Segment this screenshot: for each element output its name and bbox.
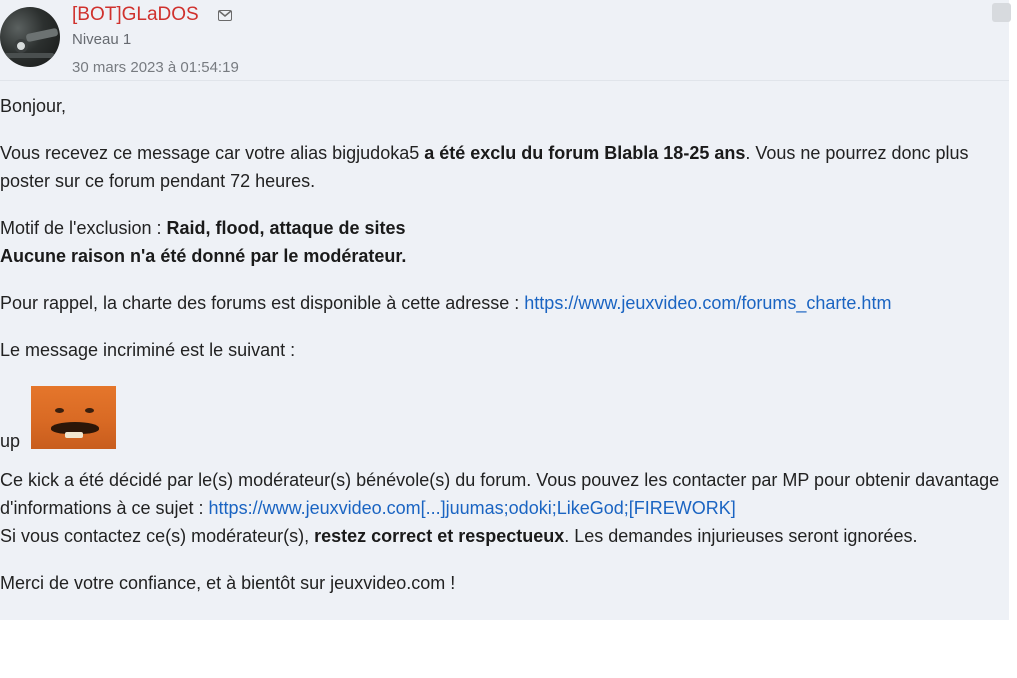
sticker-teeth — [65, 432, 83, 438]
post-content: Bonjour, Vous recevez ce message car vot… — [0, 92, 1009, 616]
mail-icon[interactable] — [218, 10, 232, 21]
post-date[interactable]: 30 mars 2023 à 01:54:19 — [72, 59, 239, 76]
greeting: Bonjour, — [0, 96, 67, 116]
charter-paragraph: Pour rappel, la charte des forums est di… — [0, 293, 892, 313]
avatar-arm — [25, 27, 59, 43]
report-icon[interactable] — [992, 3, 1011, 22]
charter-link[interactable]: https://www.jeuxvideo.com/forums_charte.… — [524, 293, 891, 313]
sticker-left-eye — [55, 408, 64, 413]
author-name[interactable]: [BOT]GLaDOS — [72, 4, 199, 26]
author-level: Niveau 1 — [72, 31, 132, 48]
closing: Merci de votre confiance, et à bientôt s… — [0, 573, 456, 593]
avatar[interactable] — [0, 7, 60, 67]
avatar-eye — [14, 39, 28, 53]
quoted-intro: Le message incriminé est le suivant : — [0, 340, 296, 360]
moderator-paragraph: Ce kick a été décidé par le(s) modérateu… — [0, 470, 1000, 546]
reason-paragraph: Motif de l'exclusion : Raid, flood, atta… — [0, 218, 407, 266]
post-header: [BOT]GLaDOS Niveau 1 30 mars 2023 à 01:5… — [0, 0, 1011, 81]
exclusion-paragraph: Vous recevez ce message car votre alias … — [0, 143, 969, 191]
quoted-message: up — [0, 383, 1009, 451]
quoted-text: up — [0, 431, 21, 451]
moderators-link[interactable]: https://www.jeuxvideo.com[...]juumas;odo… — [209, 498, 736, 518]
avatar-base — [4, 53, 54, 58]
sticker-right-eye — [85, 408, 94, 413]
forum-post: [BOT]GLaDOS Niveau 1 30 mars 2023 à 01:5… — [0, 0, 1011, 620]
risitas-sticker[interactable] — [31, 386, 116, 449]
